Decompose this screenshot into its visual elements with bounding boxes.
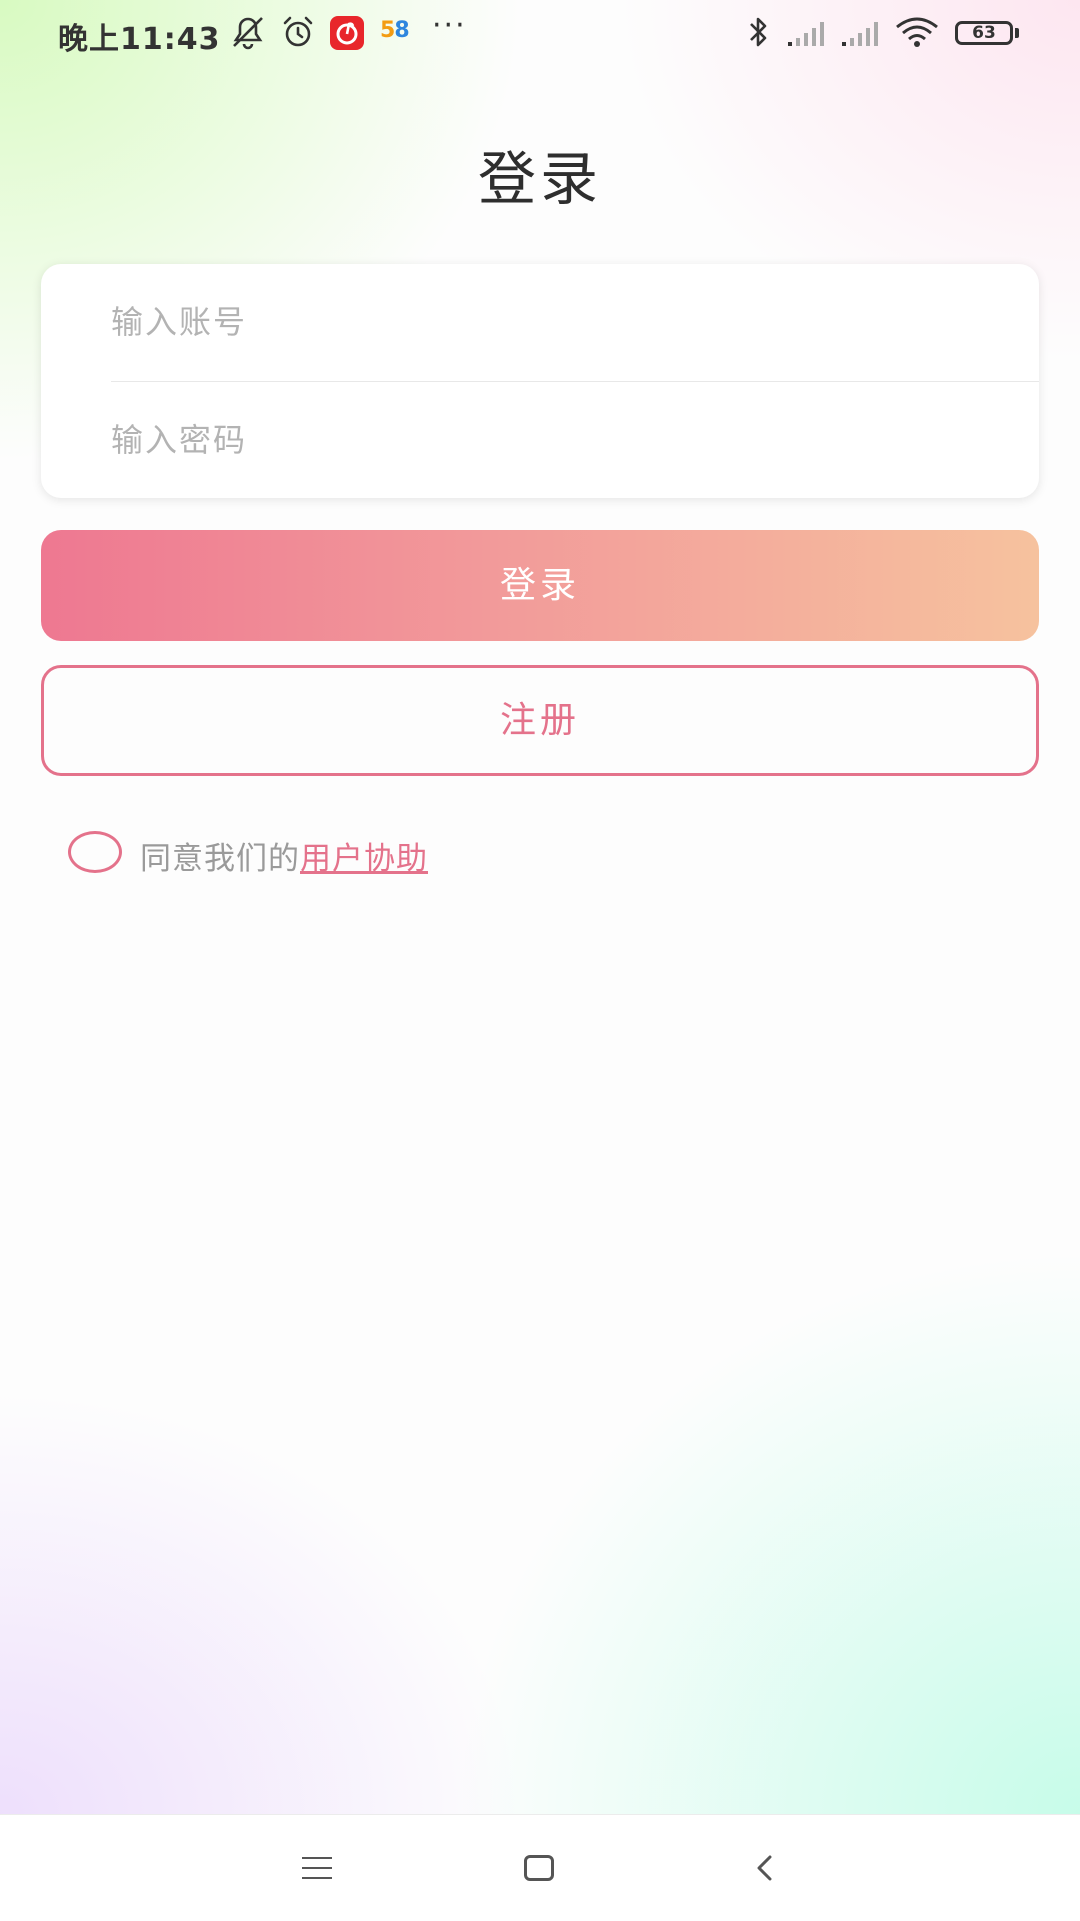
58-app-icon: 58	[380, 18, 410, 43]
wifi-icon	[896, 17, 938, 47]
password-input[interactable]	[111, 382, 1039, 498]
back-icon[interactable]	[752, 1854, 780, 1882]
signal-icon	[788, 22, 824, 46]
notification-muted-icon	[233, 17, 263, 50]
home-icon[interactable]	[524, 1855, 554, 1881]
bluetooth-icon	[750, 17, 767, 47]
login-form-card	[41, 264, 1039, 498]
netease-music-app-icon	[330, 16, 364, 50]
agreement-label: 同意我们的	[140, 841, 300, 877]
login-button[interactable]: 登录	[41, 530, 1039, 641]
register-button[interactable]: 注册	[41, 665, 1039, 776]
page-title: 登录	[477, 145, 602, 213]
menu-icon[interactable]	[302, 1857, 332, 1879]
status-time: 晚上11:43	[58, 22, 221, 57]
battery-icon: 63	[955, 21, 1013, 45]
alarm-clock-icon	[283, 16, 313, 47]
status-bar: 晚上11:43 58 ··· 63	[0, 0, 1080, 68]
account-input[interactable]	[111, 264, 1039, 380]
agreement-text: 同意我们的用户协助	[140, 833, 428, 878]
battery-tip	[1015, 28, 1019, 38]
more-notifications-icon: ···	[432, 8, 467, 43]
user-agreement-link[interactable]: 用户协助	[300, 841, 428, 877]
navigation-bar	[0, 1814, 1080, 1921]
agreement-radio[interactable]	[68, 831, 122, 873]
signal-icon	[842, 22, 878, 46]
